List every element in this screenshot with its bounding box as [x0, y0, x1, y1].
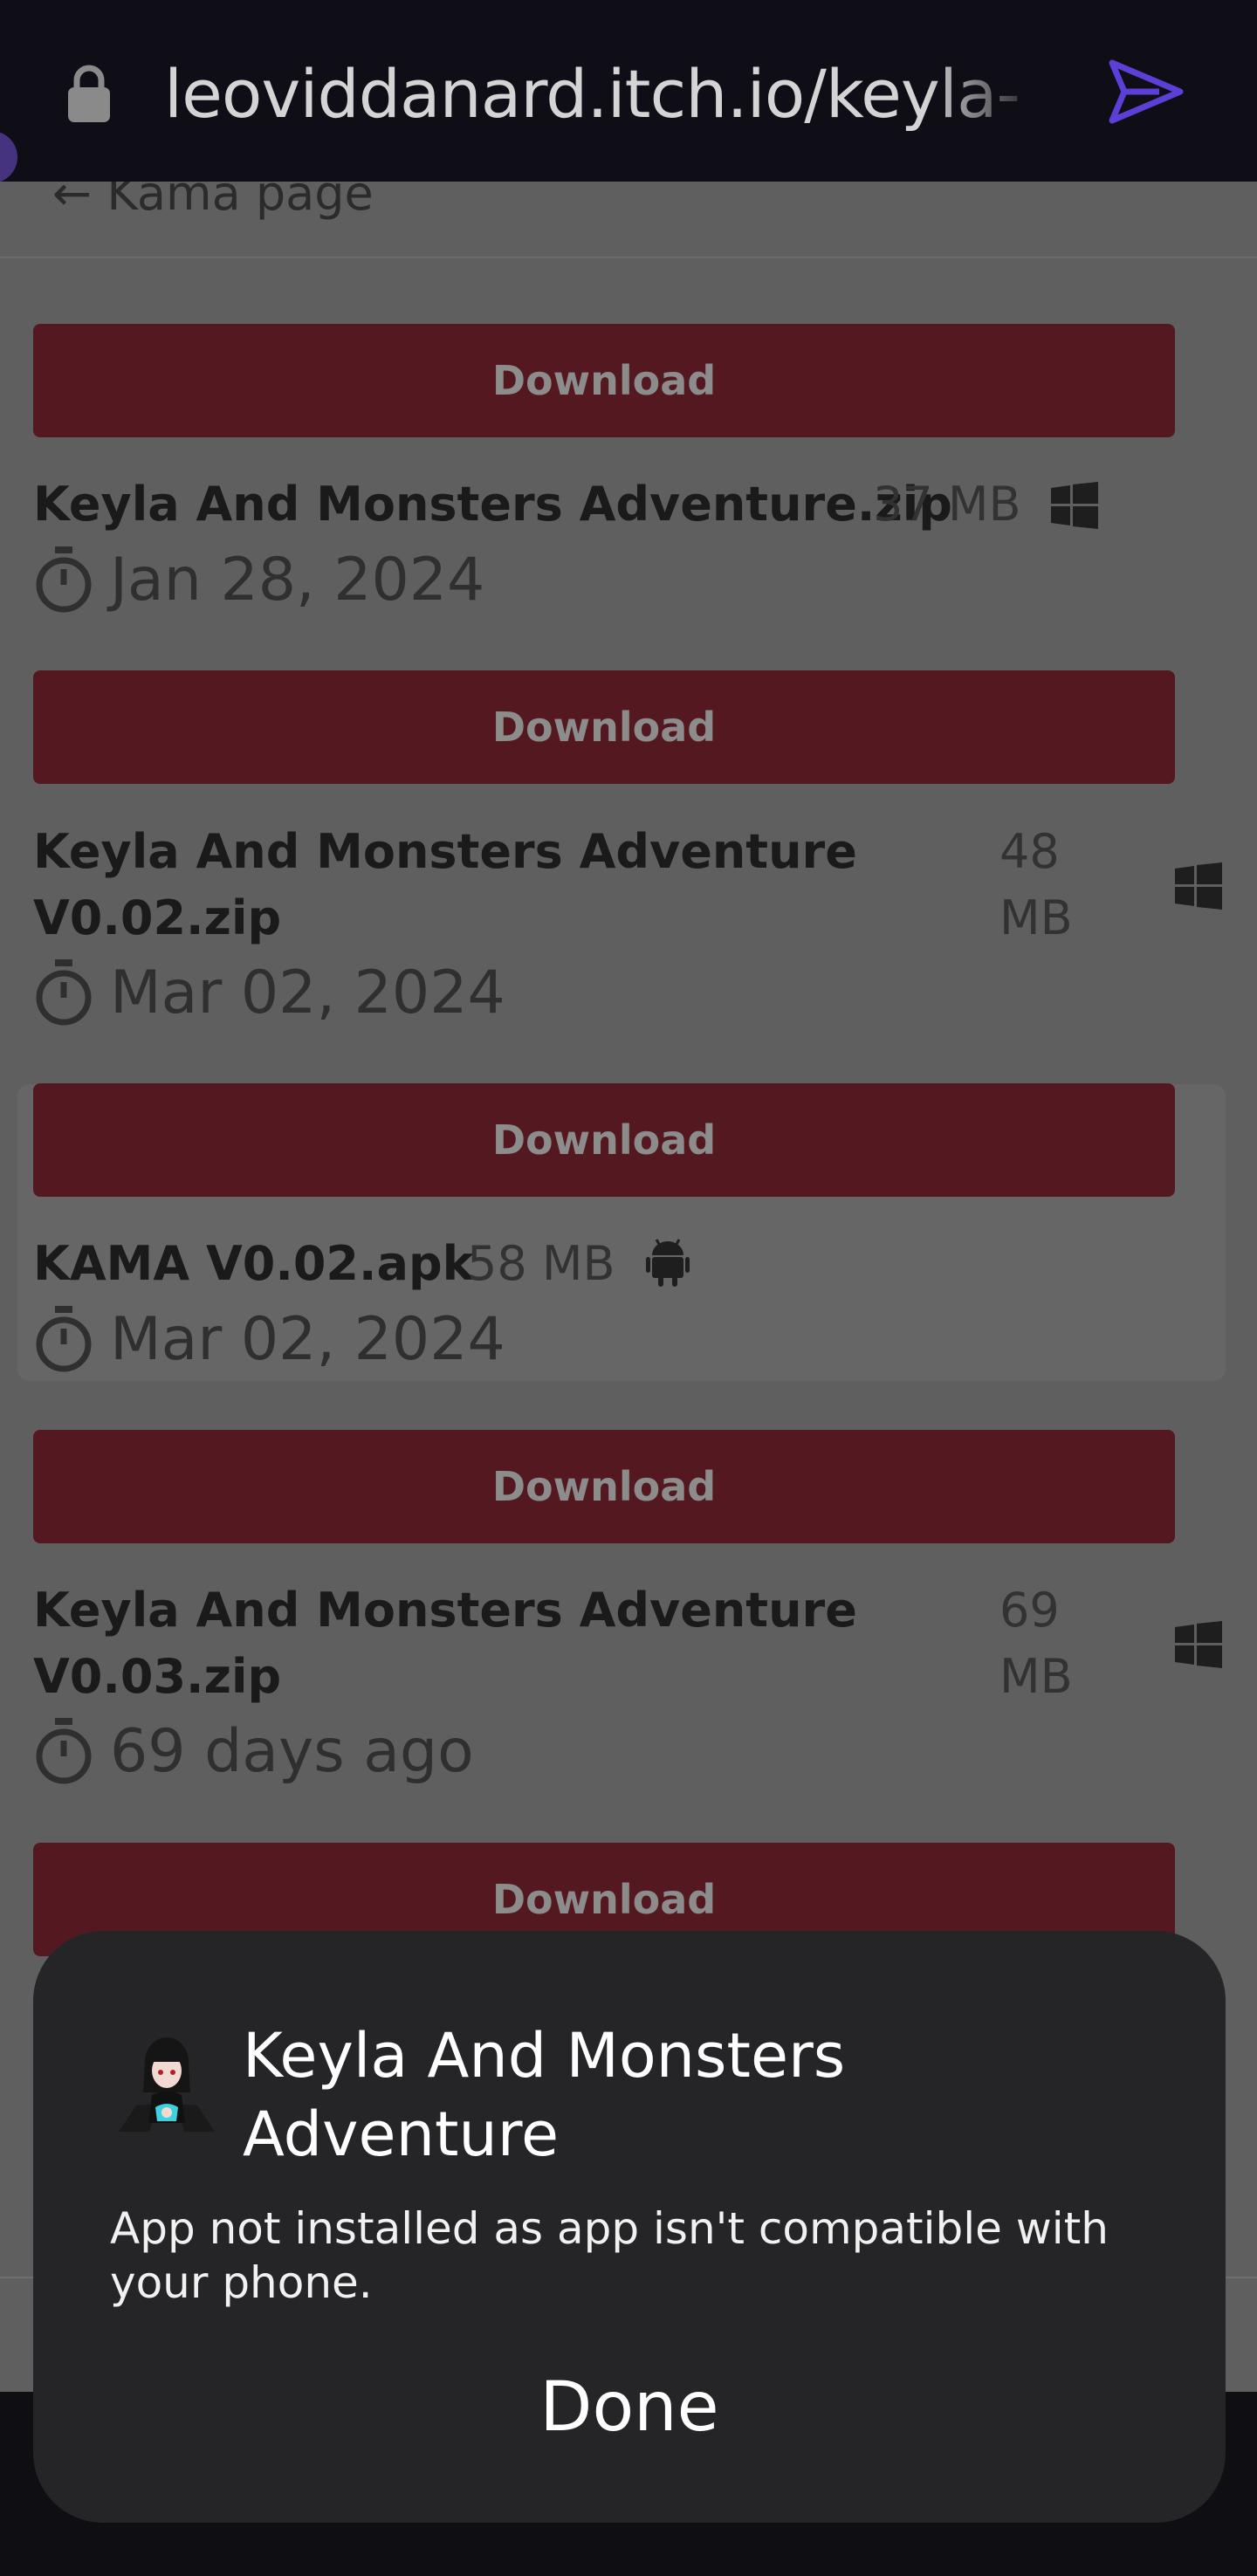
app-icon: [119, 2037, 215, 2132]
file-size: 58 MB: [467, 1236, 615, 1291]
dialog-title: Keyla And Monsters Adventure: [243, 2020, 846, 2170]
file-size: 48 MB: [999, 824, 1073, 945]
done-button[interactable]: Done: [455, 2355, 804, 2460]
dialog-message: App not installed as app isn't compatibl…: [110, 2203, 1109, 2308]
file-size: 69 MB: [999, 1583, 1073, 1704]
stopwatch-icon: [36, 959, 92, 1026]
file-date: 69 days ago: [110, 1717, 474, 1786]
file-date: Mar 02, 2024: [110, 1305, 505, 1374]
file-name: Keyla And Monsters Adventure V0.02.zip: [33, 824, 857, 945]
send-icon[interactable]: [1107, 58, 1185, 126]
file-date: Jan 28, 2024: [110, 546, 485, 615]
url-text[interactable]: leoviddanard.itch.io/keyla-: [164, 51, 1054, 138]
file-name: KAMA V0.02.apk: [33, 1236, 474, 1291]
date-row: 69 days ago: [33, 1713, 557, 1791]
android-icon: [646, 1239, 690, 1287]
windows-icon: [1051, 482, 1098, 529]
date-row: Mar 02, 2024: [33, 1301, 557, 1379]
browser-url-bar[interactable]: leoviddanard.itch.io/keyla-: [0, 0, 1257, 183]
back-link[interactable]: ← Kama page: [52, 182, 374, 221]
windows-icon: [1175, 1621, 1222, 1668]
windows-icon: [1175, 862, 1222, 910]
file-size: 37 MB: [873, 477, 1021, 532]
back-link-row[interactable]: ← Kama page: [0, 182, 1257, 258]
url-bar-glow: [0, 131, 17, 183]
stopwatch-icon: [36, 1718, 92, 1784]
url-fade: [925, 35, 1065, 148]
lock-icon: [68, 65, 110, 122]
file-date: Mar 02, 2024: [110, 958, 505, 1027]
download-button[interactable]: Download: [33, 670, 1175, 784]
file-name: Keyla And Monsters Adventure V0.03.zip: [33, 1583, 857, 1704]
file-name: Keyla And Monsters Adventure.zip: [33, 477, 952, 532]
date-row: Mar 02, 2024: [33, 954, 557, 1033]
app-not-installed-dialog: Keyla And Monsters Adventure App not ins…: [33, 1931, 1226, 2523]
download-button[interactable]: Download: [33, 1430, 1175, 1543]
stopwatch-icon: [36, 1306, 92, 1372]
stopwatch-icon: [36, 546, 92, 613]
date-row: Jan 28, 2024: [33, 541, 557, 620]
download-button[interactable]: Download: [33, 1083, 1175, 1197]
download-button[interactable]: Download: [33, 324, 1175, 437]
